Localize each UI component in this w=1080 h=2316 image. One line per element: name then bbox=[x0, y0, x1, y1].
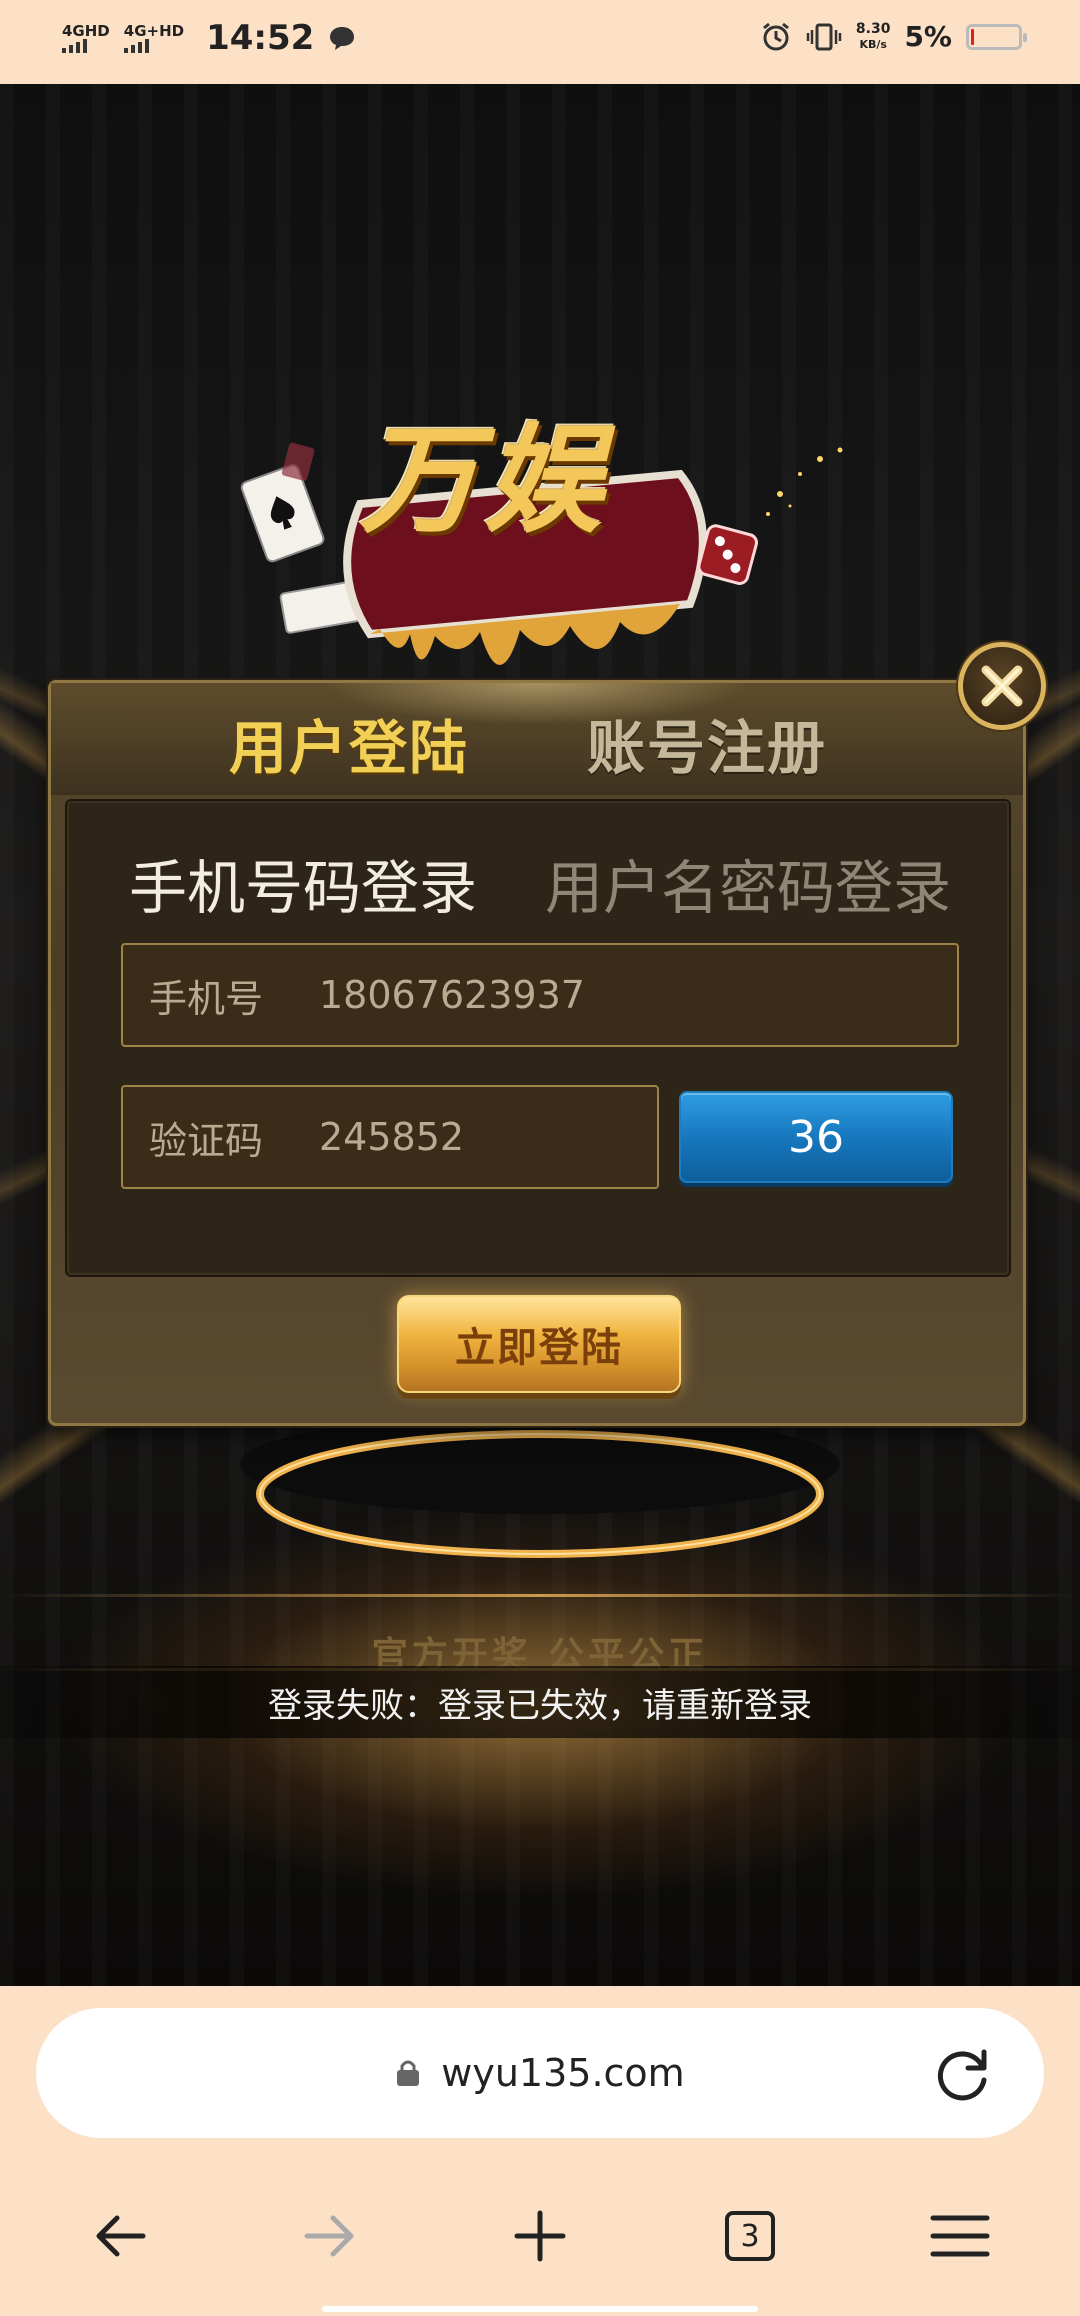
get-code-button[interactable]: 36 bbox=[679, 1091, 953, 1183]
lock-icon bbox=[397, 2060, 420, 2086]
signal-bars-icon bbox=[123, 39, 149, 53]
stage-pedestal bbox=[240, 1424, 840, 1558]
new-tab-button[interactable] bbox=[490, 2186, 590, 2286]
tab-login[interactable]: 用户登陆 bbox=[229, 701, 469, 785]
url-text[interactable]: wyu135.com bbox=[441, 2051, 684, 2095]
dice-icon bbox=[697, 524, 758, 585]
browser-bottom-bar: wyu135.com 3 bbox=[0, 1986, 1080, 2316]
code-field[interactable]: 验证码 245852 bbox=[121, 1085, 659, 1189]
code-label: 验证码 bbox=[149, 1118, 264, 1163]
dialog-header: 用户登陆 账号注册 bbox=[51, 683, 1023, 795]
error-toast: 登录失败：登录已失效，请重新登录 bbox=[0, 1666, 1080, 1738]
logo-title: 万娱 bbox=[360, 411, 609, 549]
browser-nav: 3 bbox=[0, 2186, 1080, 2286]
phone-label: 手机号 bbox=[149, 976, 264, 1021]
battery-icon bbox=[966, 23, 1027, 50]
signal-bars-icon bbox=[62, 39, 87, 53]
close-button[interactable] bbox=[958, 642, 1046, 730]
back-button[interactable] bbox=[70, 2186, 170, 2286]
phone-field[interactable]: 手机号 18067623937 bbox=[121, 943, 959, 1047]
status-bar: 4GHD 4G+HD 14:52 8.30 KB/s 5% bbox=[0, 0, 1080, 84]
network-type-1: 4GHD bbox=[62, 22, 110, 40]
login-panel: 手机号码登录 用户名密码登录 手机号 18067623937 验证码 24585… bbox=[65, 799, 1011, 1277]
vibrate-icon bbox=[806, 23, 842, 50]
tab-register[interactable]: 账号注册 bbox=[587, 701, 827, 785]
net-speed: 8.30 KB/s bbox=[855, 20, 891, 52]
menu-button[interactable] bbox=[910, 2186, 1010, 2286]
signal-1: 4GHD bbox=[62, 23, 110, 53]
phone-value[interactable]: 18067623937 bbox=[319, 973, 585, 1017]
network-type-2: 4G+HD bbox=[123, 22, 185, 40]
forward-arrow-icon bbox=[304, 2215, 354, 2257]
speed-unit: KB/s bbox=[859, 37, 887, 51]
tabs-button[interactable]: 3 bbox=[700, 2186, 800, 2286]
toast-text: 登录失败：登录已失效，请重新登录 bbox=[268, 1685, 812, 1726]
subtab-username-login[interactable]: 用户名密码登录 bbox=[545, 841, 951, 925]
clock: 14:52 bbox=[206, 18, 315, 58]
close-icon bbox=[981, 665, 1023, 707]
stage-line bbox=[0, 1594, 1080, 1597]
login-dialog: 用户登陆 账号注册 手机号码登录 用户名密码登录 手机号 18067623937… bbox=[48, 680, 1026, 1426]
plus-icon bbox=[514, 2210, 566, 2262]
address-bar[interactable]: wyu135.com bbox=[36, 2008, 1044, 2138]
code-value[interactable]: 245852 bbox=[319, 1115, 464, 1159]
playing-card-icon bbox=[240, 464, 325, 563]
menu-icon bbox=[930, 2215, 990, 2257]
subtab-phone-login[interactable]: 手机号码登录 bbox=[129, 841, 477, 925]
tab-count: 3 bbox=[725, 2211, 775, 2261]
battery-percent: 5% bbox=[904, 20, 952, 53]
message-icon bbox=[330, 27, 355, 50]
reload-icon[interactable] bbox=[934, 2044, 992, 2102]
login-button[interactable]: 立即登陆 bbox=[397, 1295, 681, 1393]
home-indicator[interactable] bbox=[322, 2306, 758, 2312]
speed-value: 8.30 bbox=[855, 20, 891, 37]
alarm-icon bbox=[762, 22, 789, 50]
forward-button[interactable] bbox=[280, 2186, 380, 2286]
back-arrow-icon bbox=[96, 2215, 146, 2257]
signal-2: 4G+HD bbox=[123, 22, 185, 53]
